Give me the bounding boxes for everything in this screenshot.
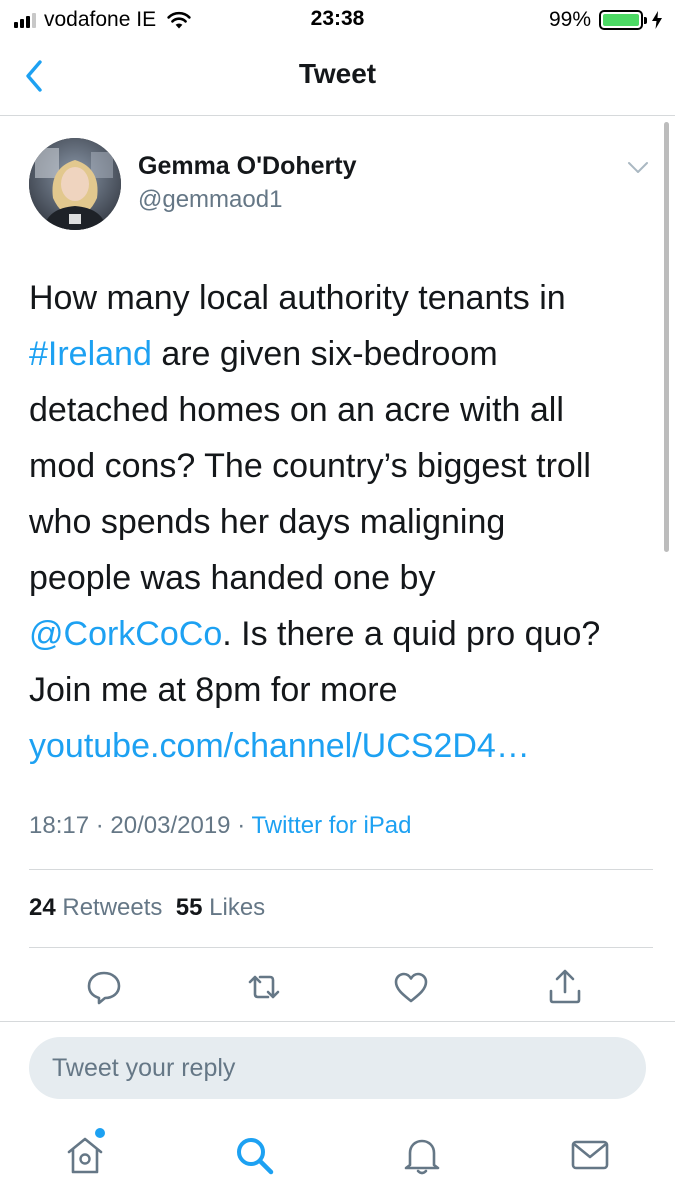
- reply-icon[interactable]: [84, 967, 124, 1007]
- avatar[interactable]: [29, 138, 121, 230]
- mention-link[interactable]: @CorkCoCo: [29, 615, 222, 653]
- charging-bolt-icon: [652, 11, 662, 29]
- share-icon[interactable]: [545, 967, 585, 1007]
- tweet-source-link[interactable]: Twitter for iPad: [251, 812, 411, 839]
- notifications-icon[interactable]: [400, 1133, 444, 1177]
- scroll-indicator[interactable]: [664, 122, 669, 552]
- battery-icon: [599, 10, 647, 30]
- tweet-text-line: #Ireland are given six-bedroom: [29, 335, 498, 373]
- like-icon[interactable]: [391, 967, 431, 1007]
- url-link[interactable]: youtube.com/channel/UCS2D4…: [29, 727, 530, 765]
- search-icon[interactable]: [232, 1133, 276, 1177]
- tweet-text-line: people was handed one by: [29, 559, 436, 597]
- likes-stat[interactable]: 55 Likes: [176, 894, 265, 921]
- divider: [29, 947, 653, 948]
- status-right: 99%: [549, 8, 663, 32]
- battery-percent: 99%: [548, 8, 591, 31]
- status-bar: vodafone IE 23:38 99%: [0, 0, 675, 40]
- nav-bar: Tweet: [0, 40, 675, 116]
- tweet-stats: 24 Retweets 55 Likes: [29, 894, 265, 922]
- reply-input[interactable]: Tweet your reply: [29, 1037, 646, 1099]
- home-icon[interactable]: [63, 1133, 107, 1177]
- divider: [29, 869, 653, 870]
- tweet-text-line: How many local authority tenants in: [29, 279, 566, 317]
- hashtag-link[interactable]: #Ireland: [29, 335, 152, 373]
- tweet-text-line: youtube.com/channel/UCS2D4…: [29, 718, 651, 774]
- retweets-stat[interactable]: 24 Retweets: [29, 894, 162, 921]
- tweet-text: How many local authority tenants in #Ire…: [29, 270, 651, 774]
- tweet-text-line: @CorkCoCo. Is there a quid pro quo?: [29, 615, 601, 653]
- tweet-text-line: Join me at 8pm for more: [29, 671, 398, 709]
- chevron-down-icon[interactable]: [626, 160, 650, 176]
- reply-placeholder: Tweet your reply: [52, 1054, 236, 1082]
- tweet-text-line: mod cons? The country’s biggest troll: [29, 447, 591, 485]
- battery-fill: [603, 14, 639, 26]
- tweet-date: 20/03/2019: [110, 812, 231, 839]
- avatar-image: [29, 138, 121, 230]
- home-notification-dot: [95, 1128, 105, 1138]
- tweet-text-line: detached homes on an acre with all: [29, 391, 564, 429]
- tweet-time: 18:17: [29, 812, 90, 839]
- divider: [0, 1021, 675, 1022]
- messages-icon[interactable]: [568, 1133, 612, 1177]
- retweet-icon[interactable]: [244, 967, 284, 1007]
- page-title: Tweet: [298, 58, 377, 89]
- tweet-text-line: who spends her days maligning: [29, 503, 506, 541]
- tweet-meta: 18:17 · 20/03/2019 · Twitter for iPad: [29, 812, 412, 839]
- author-name[interactable]: Gemma O'Doherty: [138, 152, 357, 181]
- author-handle[interactable]: @gemmaod1: [138, 186, 282, 214]
